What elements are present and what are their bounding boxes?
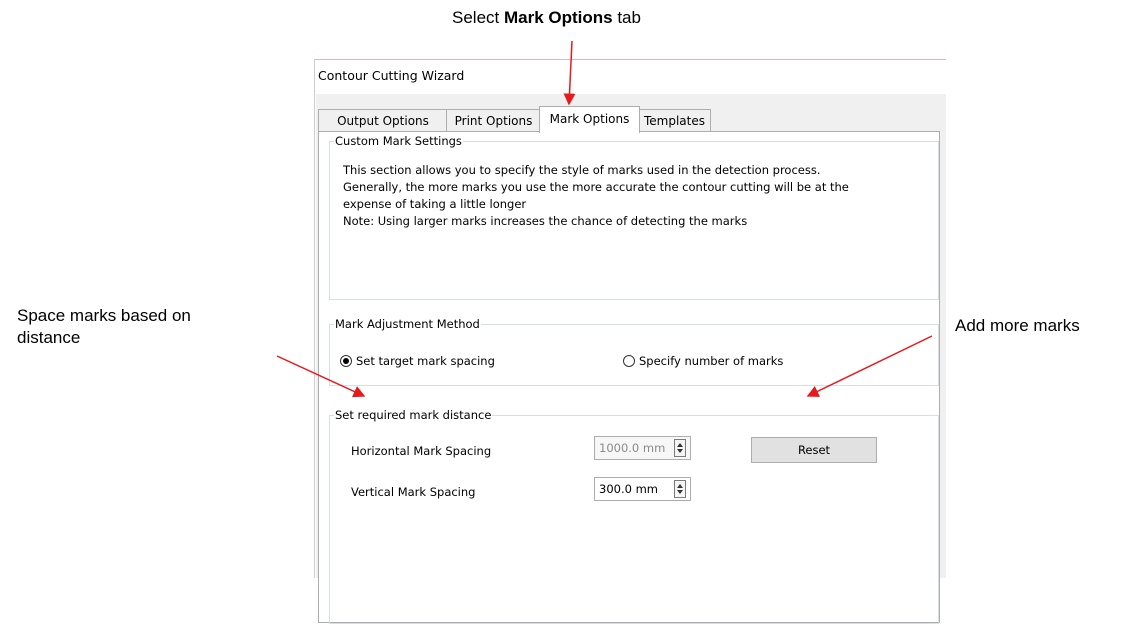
callout-select-suffix: tab [612,8,641,27]
window-title: Contour Cutting Wizard [318,68,465,83]
tab-print-options[interactable]: Print Options [446,109,541,132]
set-target-mark-spacing-label: Set target mark spacing [356,354,495,368]
tab-mark-options[interactable]: Mark Options [539,106,640,133]
mark-options-panel: Custom Mark Settings This section allows… [318,131,940,624]
specify-number-of-marks-radio[interactable]: Specify number of marks [623,354,783,368]
custom-mark-settings-group: Custom Mark Settings This section allows… [329,134,939,300]
horizontal-spacing-input[interactable] [595,437,675,459]
vertical-spacing-input[interactable] [595,478,675,500]
description-line: Generally, the more marks you use the mo… [343,180,849,194]
horizontal-spacing-stepper[interactable] [594,436,691,460]
callout-select-tab: Select Mark Options tab [452,7,641,29]
mark-adjustment-method-legend: Mark Adjustment Method [335,317,480,331]
custom-mark-description: This section allows you to specify the s… [343,162,883,230]
vertical-spacing-label: Vertical Mark Spacing [351,485,476,499]
mark-adjustment-method-group: Mark Adjustment Method Set target mark s… [329,317,939,386]
callout-space-line2: distance [17,328,81,347]
callout-space-line1: Space marks based on [17,306,191,325]
callout-add-marks: Add more marks [955,316,1080,335]
horizontal-spacing-label: Horizontal Mark Spacing [351,444,492,458]
radio-unselected-icon [623,355,635,367]
tab-templates[interactable]: Templates [638,109,711,132]
description-line: Note: Using larger marks increases the c… [343,214,748,228]
window-client-area: Output Options Print Options Mark Option… [316,94,946,624]
vertical-spacing-stepper[interactable] [594,477,691,501]
custom-mark-settings-legend: Custom Mark Settings [335,134,462,148]
description-line: This section allows you to specify the s… [343,163,821,177]
spin-arrows-icon[interactable] [674,480,686,498]
specify-number-of-marks-label: Specify number of marks [639,354,784,368]
callout-select-bold: Mark Options [503,8,613,27]
callout-select-prefix: Select [452,8,504,27]
contour-cutting-wizard-window: Contour Cutting Wizard Output Options Pr… [314,59,946,624]
tab-output-options[interactable]: Output Options [318,109,448,132]
mark-distance-group: Set required mark distance Horizontal Ma… [329,408,939,624]
radio-selected-icon [340,355,352,367]
mark-distance-legend: Set required mark distance [335,408,492,422]
spin-arrows-icon[interactable] [674,439,686,457]
set-target-mark-spacing-radio[interactable]: Set target mark spacing [340,354,495,368]
callout-space-marks: Space marks based on distance [17,305,191,349]
reset-button[interactable]: Reset [751,437,877,463]
description-line: expense of taking a little longer [343,197,527,211]
